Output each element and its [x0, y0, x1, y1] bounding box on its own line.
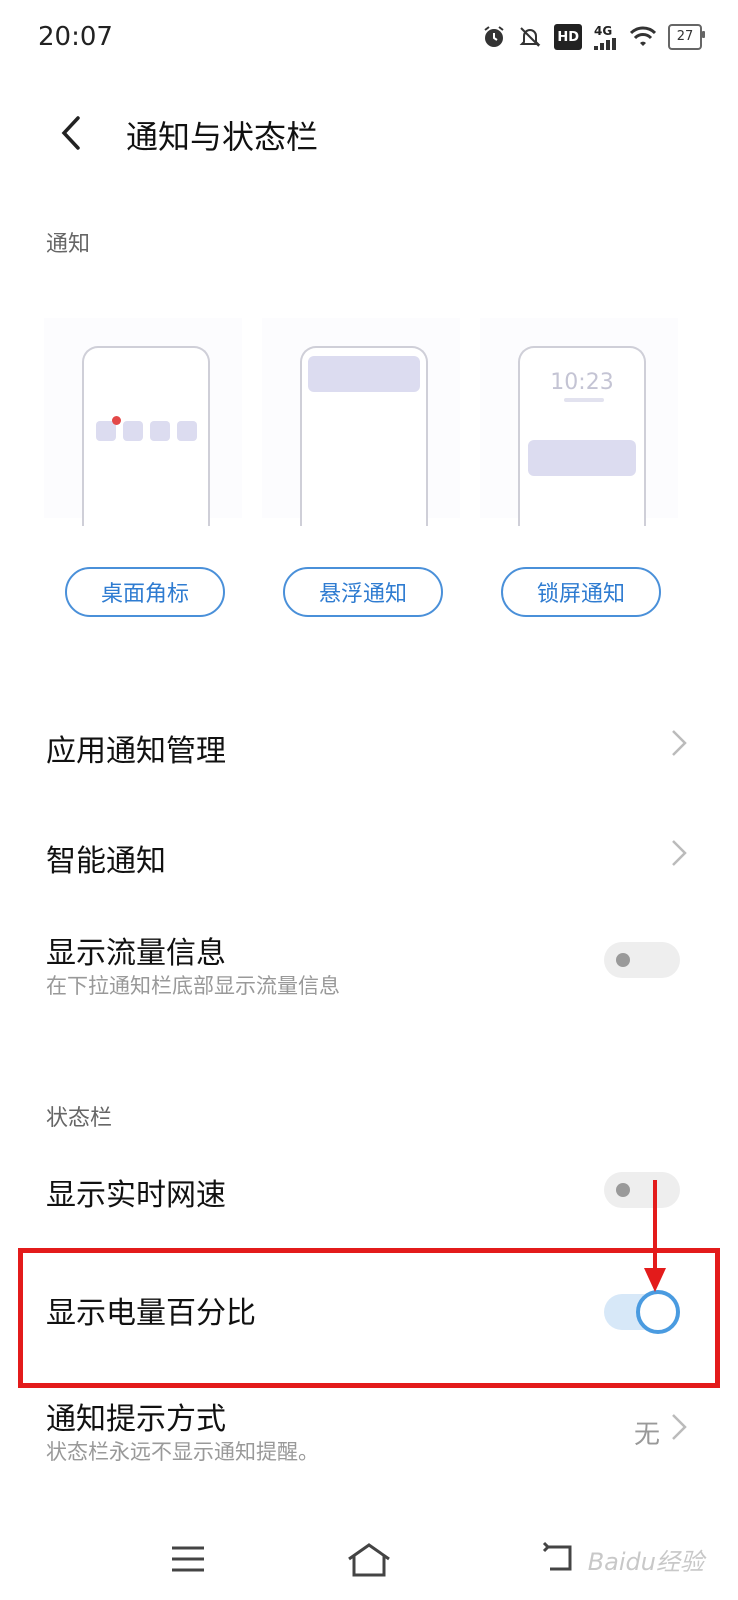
network-label: 4G [594, 24, 613, 38]
page-title: 通知与状态栏 [126, 118, 319, 156]
floating-illustration [262, 318, 460, 526]
desktop-badge-button[interactable]: 桌面角标 [65, 567, 225, 617]
phone-illustration [300, 346, 428, 526]
row-subtitle: 状态栏永远不显示通知提醒。 [46, 1440, 319, 1464]
row-subtitle: 在下拉通知栏底部显示流量信息 [46, 974, 340, 998]
floating-notification-button[interactable]: 悬浮通知 [283, 567, 443, 617]
chevron-right-icon [672, 1414, 687, 1440]
phone-illustration: 10:23 [518, 346, 646, 526]
wifi-icon [630, 24, 656, 50]
data-usage-row: 显示流量信息 在下拉通知栏底部显示流量信息 [0, 910, 738, 1020]
status-bar: 20:07 HD 4G 27 [0, 0, 738, 80]
lockscreen-time: 10:23 [550, 370, 614, 395]
row-title: 智能通知 [46, 844, 166, 879]
notification-section-label: 通知 [46, 232, 91, 257]
notification-style-row[interactable]: 通知提示方式 状态栏永远不显示通知提醒。 无 [0, 1390, 738, 1490]
network-speed-row: 显示实时网速 [0, 1150, 738, 1240]
status-time: 20:07 [38, 22, 113, 52]
row-value: 无 [633, 1420, 660, 1450]
badge-illustration [44, 318, 242, 526]
smart-notification-row[interactable]: 智能通知 [0, 800, 738, 900]
home-button[interactable] [339, 1534, 399, 1584]
chevron-right-icon [672, 840, 687, 866]
badge-dot [112, 416, 121, 425]
row-title: 显示实时网速 [46, 1178, 226, 1213]
lockscreen-date-line [564, 398, 604, 402]
back-icon [542, 1541, 572, 1571]
signal-4g-icon: 4G [594, 24, 618, 50]
nav-bar: Baidu经验 [0, 1520, 738, 1600]
menu-button[interactable] [158, 1534, 218, 1584]
lockscreen-notification-button[interactable]: 锁屏通知 [501, 567, 661, 617]
phone-illustration [82, 346, 210, 526]
watermark: Baidu经验 [587, 1548, 704, 1576]
chevron-left-icon [61, 116, 80, 150]
lockscreen-illustration: 10:23 [480, 318, 678, 526]
battery-icon: 27 [668, 24, 705, 50]
bell-muted-icon [518, 24, 542, 50]
status-icons: HD 4G 27 [482, 24, 705, 50]
home-icon [348, 1543, 390, 1577]
lockscreen-banner [528, 440, 636, 476]
down-arrow-icon [644, 1180, 666, 1292]
hd-icon: HD [554, 24, 582, 50]
floating-banner [308, 356, 420, 392]
header: 通知与状态栏 [0, 90, 738, 180]
back-button[interactable] [48, 108, 98, 158]
back-nav-button[interactable] [530, 1534, 590, 1584]
row-title: 显示流量信息 [46, 936, 226, 971]
app-notification-row[interactable]: 应用通知管理 [0, 690, 738, 790]
status-bar-section-label: 状态栏 [46, 1106, 113, 1131]
row-title: 通知提示方式 [46, 1402, 226, 1437]
data-usage-toggle[interactable] [604, 942, 680, 978]
chevron-right-icon [672, 730, 687, 756]
row-title: 应用通知管理 [46, 734, 226, 769]
app-icons-illustration [96, 421, 197, 441]
alarm-icon [482, 24, 506, 50]
highlight-box [18, 1248, 720, 1388]
menu-icon [172, 1546, 204, 1572]
